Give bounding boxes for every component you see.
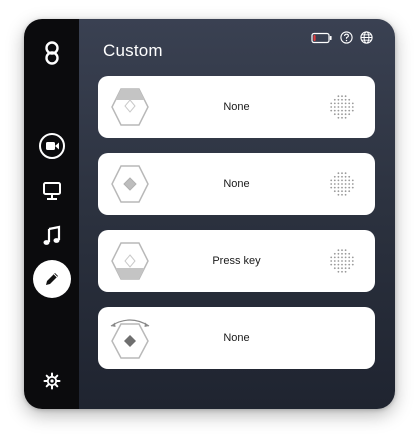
button-mapping-card-rotate[interactable]: None <box>98 307 375 369</box>
drag-handle-dots-icon[interactable] <box>327 246 357 276</box>
drag-handle-dots-icon[interactable] <box>327 92 357 122</box>
settings-gear-icon <box>43 372 60 390</box>
help-button[interactable] <box>340 31 353 44</box>
language-button[interactable] <box>360 31 373 44</box>
sidebar <box>24 19 79 409</box>
sidebar-item-settings[interactable] <box>24 361 79 401</box>
card-label: None <box>223 332 250 344</box>
sidebar-item-video[interactable] <box>24 126 79 166</box>
active-indicator <box>32 260 71 298</box>
page-title: Custom <box>103 41 163 60</box>
button-mapping-card-top[interactable]: None <box>98 76 375 138</box>
sidebar-item-music[interactable] <box>24 216 79 256</box>
top-toolbar <box>311 31 373 44</box>
main-panel: Custom None None Press key None <box>79 19 395 409</box>
sidebar-item-presentation[interactable] <box>24 171 79 211</box>
app-window: Custom None None Press key None <box>24 19 395 409</box>
help-icon <box>340 31 353 44</box>
video-icon <box>38 133 65 159</box>
sidebar-item-custom[interactable] <box>24 259 79 299</box>
button-mapping-card-center[interactable]: None <box>98 153 375 215</box>
presentation-icon <box>42 182 61 200</box>
logo-icon[interactable] <box>24 33 79 73</box>
music-icon <box>43 225 60 245</box>
pencil-icon <box>45 273 58 285</box>
button-mapping-card-bottom[interactable]: Press key <box>98 230 375 292</box>
battery-icon <box>311 32 332 43</box>
globe-icon <box>360 31 373 44</box>
drag-handle-dots-icon[interactable] <box>327 169 357 199</box>
